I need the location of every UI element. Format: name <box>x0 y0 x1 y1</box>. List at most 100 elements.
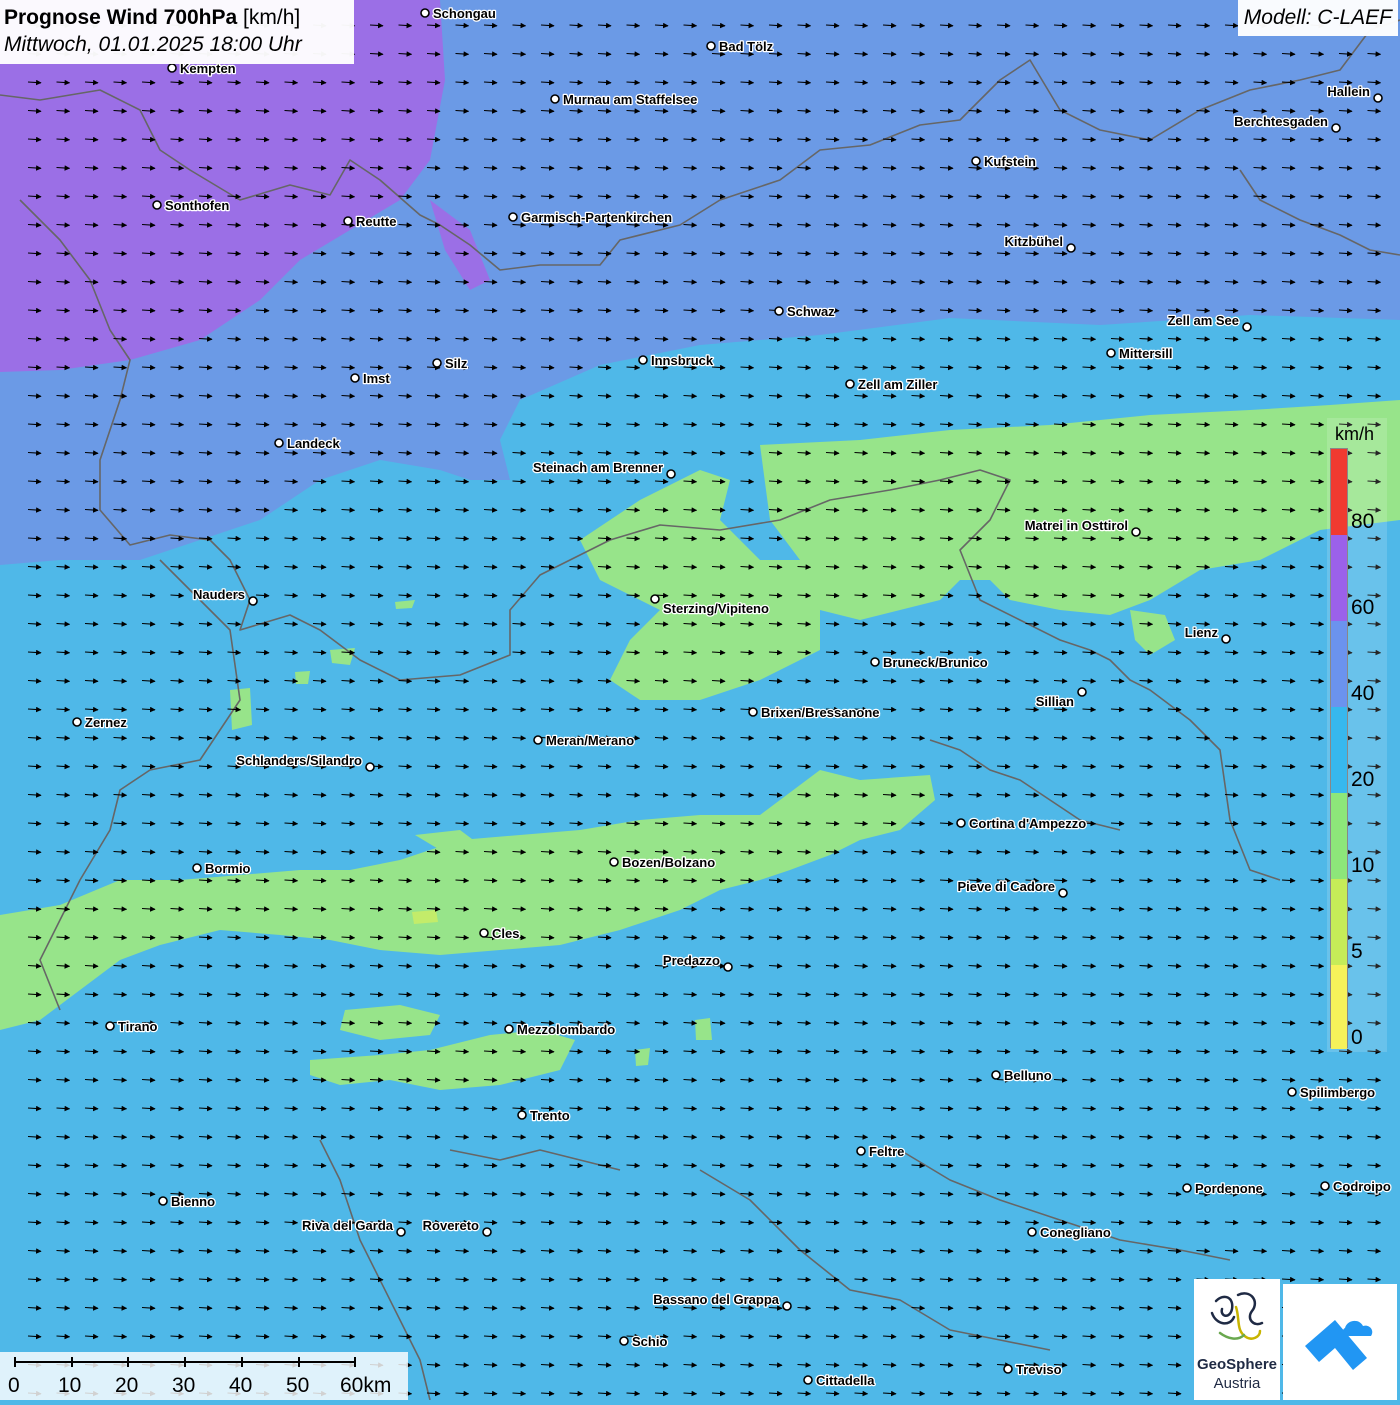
legend-label-5: 5 <box>1351 940 1363 963</box>
legend-label-80: 80 <box>1351 510 1375 533</box>
city-dot <box>550 94 560 104</box>
city-dot <box>1106 348 1116 358</box>
city-dot <box>343 216 353 226</box>
legend-seg-10 <box>1331 793 1347 879</box>
city-dot <box>845 379 855 389</box>
city-label: Conegliano <box>1040 1225 1111 1240</box>
city-dot <box>609 857 619 867</box>
city-label: Mittersill <box>1119 346 1172 361</box>
legend-label-40: 40 <box>1351 682 1375 705</box>
city-dot <box>1320 1181 1330 1191</box>
city-label: Belluno <box>1004 1068 1052 1083</box>
city-dot <box>723 962 733 972</box>
city-dot <box>365 762 375 772</box>
scale-tick <box>127 1357 129 1367</box>
city-label: Bozen/Bolzano <box>622 855 715 870</box>
city-label: Bruneck/Brunico <box>883 655 988 670</box>
city-dot <box>167 63 177 73</box>
city-dot <box>105 1021 115 1031</box>
city-label: Schwaz <box>787 304 835 319</box>
city-dot <box>152 200 162 210</box>
city-label: Cortina d'Ampezzo <box>969 816 1086 831</box>
city-dot <box>1131 527 1141 537</box>
city-label: Sillian <box>1036 694 1074 709</box>
city-label: Hallein <box>1327 84 1370 99</box>
city-marker[interactable]: Cortina d'Ampezzo <box>956 815 1088 832</box>
city-label: Schlanders/Silandro <box>236 753 362 768</box>
scale-label-20: 20 <box>115 1374 139 1397</box>
city-dot <box>971 156 981 166</box>
city-dot <box>482 1227 492 1237</box>
city-marker[interactable]: Sonthofen <box>152 197 231 214</box>
city-dot <box>650 594 660 604</box>
legend-label-0: 0 <box>1351 1026 1363 1049</box>
city-label: Bad Tölz <box>719 39 774 54</box>
legend-seg-20 <box>1331 707 1347 793</box>
city-label: Riva del Garda <box>302 1218 394 1233</box>
city-label: Codroipo <box>1333 1179 1391 1194</box>
city-marker[interactable]: Zell am Ziller <box>845 376 939 393</box>
city-marker[interactable]: Meran/Merano <box>533 732 635 749</box>
city-label: Landeck <box>287 436 341 451</box>
city-label: Cittadella <box>816 1373 875 1388</box>
city-dot <box>72 717 82 727</box>
city-label: Rovereto <box>423 1218 479 1233</box>
city-marker[interactable]: Mezzolombardo <box>504 1021 617 1038</box>
city-label: Predazzo <box>663 953 720 968</box>
app-logo[interactable] <box>1283 1284 1397 1400</box>
city-dot <box>666 469 676 479</box>
city-label: Kufstein <box>984 154 1036 169</box>
city-dot <box>991 1070 1001 1080</box>
city-label: Kitzbühel <box>1005 234 1064 249</box>
city-marker[interactable]: Spilimbergo <box>1287 1084 1376 1101</box>
city-marker[interactable]: Conegliano <box>1027 1224 1112 1241</box>
city-dot <box>748 707 758 717</box>
city-dot <box>248 596 258 606</box>
legend-label-10: 10 <box>1351 854 1375 877</box>
city-label: Pordenone <box>1195 1181 1263 1196</box>
city-marker[interactable]: Bozen/Bolzano <box>609 854 716 871</box>
city-marker[interactable]: Bruneck/Brunico <box>870 654 989 671</box>
wind-band-5-10-patch <box>412 910 438 924</box>
city-dot <box>1066 243 1076 253</box>
city-label: Nauders <box>193 587 245 602</box>
city-label: Trento <box>530 1108 570 1123</box>
legend-colorbar <box>1330 448 1348 1049</box>
city-dot <box>1077 687 1087 697</box>
city-dot <box>350 373 360 383</box>
city-label: Innsbruck <box>651 353 714 368</box>
legend-label-60: 60 <box>1351 596 1375 619</box>
scale-label-60km: 60km <box>340 1374 392 1397</box>
city-label: Imst <box>363 371 390 386</box>
city-marker[interactable]: Schongau <box>420 5 497 22</box>
city-dot <box>1058 888 1068 898</box>
scale-label-40: 40 <box>229 1374 253 1397</box>
city-label: Mezzolombardo <box>517 1022 615 1037</box>
city-marker[interactable]: Murnau am Staffelsee <box>550 91 699 108</box>
city-label: Steinach am Brenner <box>533 460 663 475</box>
city-dot <box>517 1110 527 1120</box>
title-unit: [km/h] <box>243 6 301 29</box>
city-marker[interactable]: Brixen/Bressanone <box>748 704 881 721</box>
city-label: Zell am See <box>1167 313 1239 328</box>
legend-seg-40 <box>1331 621 1347 707</box>
geosphere-logo[interactable]: GeoSphere Austria <box>1194 1279 1280 1400</box>
city-label: Spilimbergo <box>1300 1085 1375 1100</box>
scale-label-10: 10 <box>58 1374 82 1397</box>
city-label: Bassano del Grappa <box>653 1292 779 1307</box>
city-dot <box>158 1196 168 1206</box>
city-label: Meran/Merano <box>546 733 634 748</box>
city-marker[interactable]: Pordenone <box>1182 1180 1264 1197</box>
legend-seg-60 <box>1331 535 1347 621</box>
city-marker[interactable]: Garmisch-Partenkirchen <box>508 209 673 226</box>
scale-bar: 0 10 20 30 40 50 60km <box>0 1352 408 1400</box>
city-marker[interactable]: Innsbruck <box>638 352 715 369</box>
city-dot <box>638 355 648 365</box>
wind-map[interactable]: SchongauBad TölzKemptenMurnau am Staffel… <box>0 0 1400 1400</box>
city-dot <box>432 358 442 368</box>
mountain-cloud-icon <box>1305 1320 1373 1370</box>
model-label: Modell: C-LAEF <box>1237 0 1398 36</box>
city-label: Schio <box>632 1334 667 1349</box>
city-label: Garmisch-Partenkirchen <box>521 210 672 225</box>
city-dot <box>619 1336 629 1346</box>
